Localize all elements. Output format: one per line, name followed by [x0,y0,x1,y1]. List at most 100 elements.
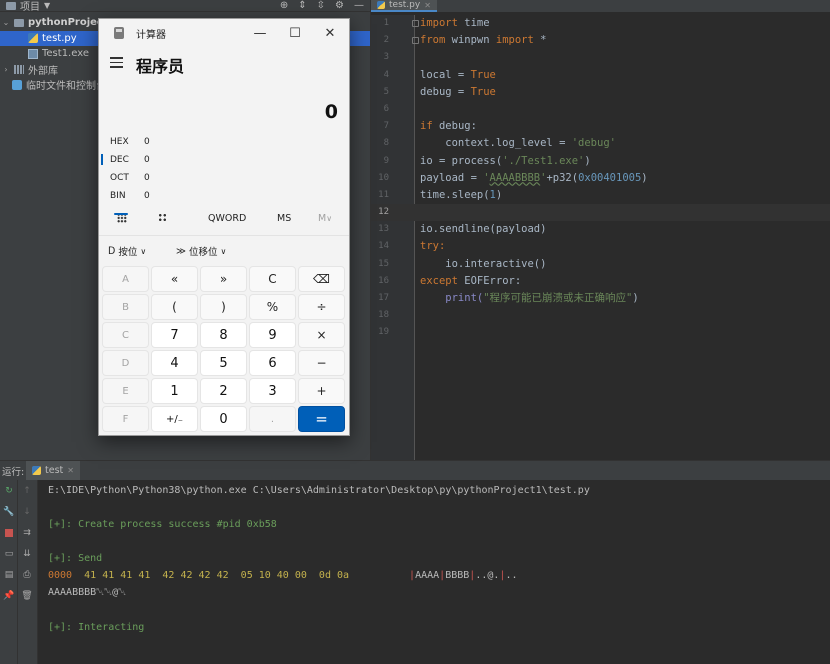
code-line[interactable]: 1 import time [371,15,830,32]
code-line[interactable]: 5 debug = True [371,84,830,101]
run-console[interactable]: E:\IDE\Python\Python38\python.exe C:\Use… [38,480,830,664]
code-line[interactable]: 13 io.sendline(payload) [371,221,830,238]
key-negate[interactable]: +/₋ [151,406,198,432]
code-area[interactable]: 1 import time 2 from winpwn import * 3 4 lo… [371,15,830,342]
stop-icon[interactable] [0,522,18,543]
key-percent[interactable]: % [249,294,296,320]
keypad-selected-indicator [114,213,128,215]
calculator-display: 0 [324,101,338,123]
key-2[interactable]: 2 [200,378,247,404]
base-row-hex[interactable]: HEX 0 [110,133,150,151]
code-line[interactable]: 4 local = True [371,67,830,84]
key-hex-b[interactable]: B [102,294,149,320]
pin-icon[interactable]: 📌 [0,585,18,606]
memory-menu-button[interactable]: M∨ [318,213,332,224]
key-clear[interactable]: C [249,266,296,292]
bitwise-icon: ᗞ [108,245,116,257]
bitwise-dropdown[interactable]: ᗞ 按位 ∨ [108,244,146,259]
key-shift-left[interactable]: « [151,266,198,292]
close-icon[interactable]: ✕ [424,1,431,10]
restore-layout-icon[interactable]: ▤ [0,564,18,585]
code-line[interactable]: 18 [371,307,830,324]
word-size-button[interactable]: QWORD [208,213,246,224]
code-line[interactable]: 2 from winpwn import * [371,32,830,49]
key-hex-d[interactable]: D [102,350,149,376]
code-line[interactable]: 6 [371,101,830,118]
key-5[interactable]: 5 [200,350,247,376]
key-hex-c[interactable]: C [102,322,149,348]
run-tab-test[interactable]: test ✕ [26,460,80,481]
key-shift-right[interactable]: » [200,266,247,292]
layout-icon[interactable]: ▭ [0,543,18,564]
base-row-bin[interactable]: BIN 0 [110,187,150,205]
hide-panel-icon[interactable]: — [354,0,364,11]
arrow-down-icon[interactable]: ↓ [18,501,36,522]
print-icon[interactable]: ⎙ [18,564,36,585]
rerun-icon[interactable]: ↻ [0,480,18,501]
minimize-button[interactable]: — [245,23,275,43]
key-hex-a[interactable]: A [102,266,149,292]
key-decimal[interactable]: . [249,406,296,432]
key-multiply[interactable]: × [298,322,345,348]
project-panel-title[interactable]: 项目 [20,0,40,13]
locate-icon[interactable]: ⊕ [280,0,288,11]
key-divide[interactable]: ÷ [298,294,345,320]
code-line[interactable]: 9 io = process('./Test1.exe') [371,153,830,170]
code-line[interactable]: 17 print("程序可能已崩溃或未正确响应") [371,290,830,307]
code-line[interactable]: 14 try: [371,238,830,255]
fold-icon[interactable] [412,20,419,27]
code-line[interactable]: 11 time.sleep(1) [371,187,830,204]
key-open-paren[interactable]: ( [151,294,198,320]
key-4[interactable]: 4 [151,350,198,376]
key-8[interactable]: 8 [200,322,247,348]
code-line[interactable]: 10 payload = 'AAAABBBB'+p32(0x00401005) [371,170,830,187]
code-line[interactable]: 8 context.log_level = 'debug' [371,135,830,152]
key-close-paren[interactable]: ) [200,294,247,320]
line-number: 6 [383,103,389,114]
close-button[interactable]: ✕ [315,23,345,43]
key-9[interactable]: 9 [249,322,296,348]
screen: 项目 ▼ ⊕ ⇕ ⇳ ⚙ — ⌄ pythonProject test.py T… [0,0,830,664]
chevron-right-icon[interactable]: › [2,65,10,74]
console-line-command: E:\IDE\Python\Python38\python.exe C:\Use… [48,485,590,496]
key-1[interactable]: 1 [151,378,198,404]
key-6[interactable]: 6 [249,350,296,376]
maximize-button[interactable]: ☐ [280,23,310,43]
close-icon[interactable]: ✕ [67,466,74,475]
memory-store-button[interactable]: MS [277,213,291,224]
bit-toggle-keypad-icon[interactable] [158,213,167,223]
code-line[interactable]: 15 io.interactive() [371,256,830,273]
bitshift-dropdown[interactable]: ≫ 位移位 ∨ [176,244,226,259]
wrench-icon[interactable]: 🔧 [0,501,18,522]
key-backspace[interactable]: ⌫ [298,266,345,292]
calculator-title-bar[interactable]: 计算器 — ☐ ✕ [99,19,349,47]
chevron-down-icon[interactable]: ▼ [44,1,50,10]
arrow-up-icon[interactable]: ↑ [18,480,36,501]
key-subtract[interactable]: − [298,350,345,376]
code-line[interactable]: 19 [371,324,830,341]
editor-tab-test-py[interactable]: test.py ✕ [371,0,437,12]
code-line[interactable]: 7 if debug: [371,118,830,135]
key-hex-f[interactable]: F [102,406,149,432]
key-hex-e[interactable]: E [102,378,149,404]
key-0[interactable]: 0 [200,406,247,432]
scroll-to-end-icon[interactable]: ⇊ [18,543,36,564]
gear-icon[interactable]: ⚙ [335,0,344,11]
key-7[interactable]: 7 [151,322,198,348]
base-row-dec[interactable]: DEC 0 [101,151,150,169]
expand-all-icon[interactable]: ⇕ [298,0,306,11]
calculator-app-icon [114,27,124,39]
key-add[interactable]: + [298,378,345,404]
chevron-down-icon[interactable]: ⌄ [2,18,10,27]
fold-icon[interactable] [412,37,419,45]
collapse-all-icon[interactable]: ⇳ [317,0,325,11]
hamburger-menu-icon[interactable] [110,57,123,71]
code-line[interactable]: 16 except EOFError: [371,273,830,290]
code-line[interactable]: 3 [371,49,830,66]
code-line-current[interactable]: 12 [371,204,830,222]
key-3[interactable]: 3 [249,378,296,404]
key-equals[interactable]: = [298,406,345,432]
trash-icon[interactable]: 🗑 [18,585,36,606]
soft-wrap-icon[interactable]: ⇉ [18,522,36,543]
base-row-oct[interactable]: OCT 0 [110,169,150,187]
